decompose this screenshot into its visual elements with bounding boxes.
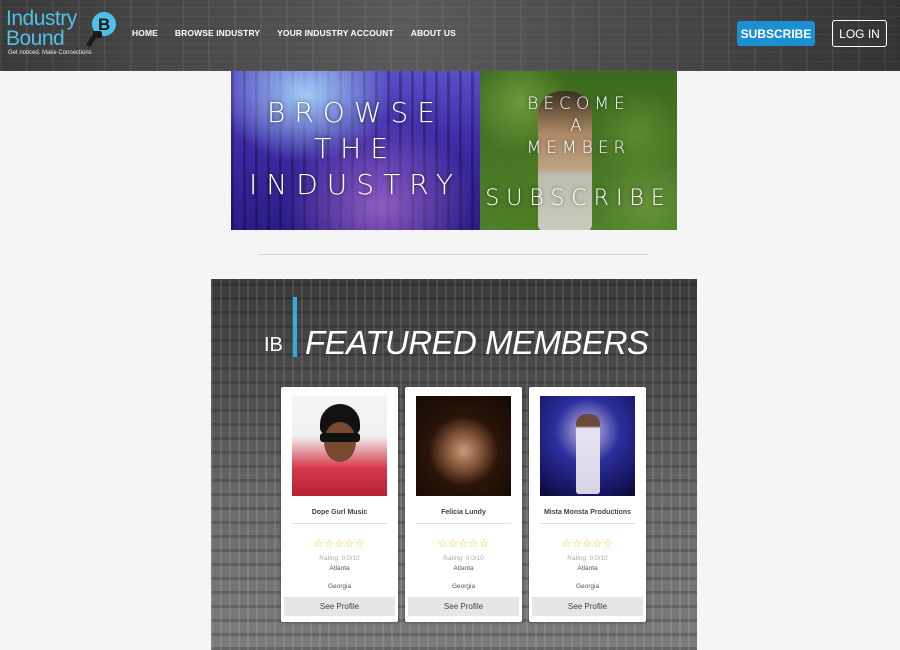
photo-face xyxy=(324,422,356,462)
featured-members-section: IB FEATURED MEMBERS Dope Gurl Music ☆☆☆☆… xyxy=(211,279,697,650)
card-divider xyxy=(416,523,511,524)
browse-banner-line2: THE xyxy=(314,132,397,165)
member-state: Georgia xyxy=(575,583,600,590)
become-member-banner[interactable]: BECOME A MEMBER SUBSCRIBE xyxy=(480,71,677,230)
member-banner-line1: BECOME xyxy=(527,94,630,114)
logo-tagline: Get noticed. Make Connections xyxy=(8,50,92,56)
member-banner-text: BECOME A MEMBER xyxy=(480,93,677,159)
nav-your-industry-account[interactable]: YOUR INDUSTRY ACCOUNT xyxy=(277,28,394,38)
member-photo[interactable] xyxy=(292,396,387,496)
subscribe-button[interactable]: SUBSCRIBE xyxy=(737,21,815,46)
browse-banner-text: BROWSE THE INDUSTRY xyxy=(231,95,480,203)
nav-browse-industry[interactable]: BROWSE INDUSTRY xyxy=(175,28,260,38)
member-city: Atlanta xyxy=(329,565,350,572)
photo-figure xyxy=(576,414,600,494)
star-rating-icons: ☆☆☆☆☆ xyxy=(313,538,366,550)
nav-home[interactable]: HOME xyxy=(132,28,158,38)
member-name[interactable]: Felicia Lundy xyxy=(405,509,522,516)
member-city: Atlanta xyxy=(577,565,598,572)
see-profile-button[interactable]: See Profile xyxy=(408,597,519,616)
login-button[interactable]: LOG IN xyxy=(832,20,887,47)
member-card: Felicia Lundy ☆☆☆☆☆ Rating: 0.0/10 Atlan… xyxy=(405,387,522,622)
member-card: Mista Monsta Productions ☆☆☆☆☆ Rating: 0… xyxy=(529,387,646,622)
member-name[interactable]: Mista Monsta Productions xyxy=(529,509,646,516)
card-divider xyxy=(540,523,635,524)
photo-glasses xyxy=(320,433,360,442)
member-rating: Rating: 0.0/10 xyxy=(567,555,608,562)
member-city: Atlanta xyxy=(453,565,474,572)
site-header: Industry Bound B Get noticed. Make Conne… xyxy=(0,0,900,71)
nav-about-us[interactable]: ABOUT US xyxy=(411,28,456,38)
star-rating-icons: ☆☆☆☆☆ xyxy=(561,538,614,550)
featured-prefix: IB xyxy=(264,334,283,356)
section-divider xyxy=(259,254,648,255)
site-logo[interactable]: Industry Bound B Get noticed. Make Conne… xyxy=(6,8,116,60)
member-banner-line3: MEMBER xyxy=(526,138,631,158)
member-state: Georgia xyxy=(327,583,352,590)
card-divider xyxy=(292,523,387,524)
logo-word-bound: Bound xyxy=(6,27,65,50)
member-photo[interactable] xyxy=(416,396,511,496)
member-photo[interactable] xyxy=(540,396,635,496)
see-profile-button[interactable]: See Profile xyxy=(284,597,395,616)
featured-accent-bar xyxy=(293,297,297,357)
main-nav: HOME BROWSE INDUSTRY YOUR INDUSTRY ACCOU… xyxy=(132,28,473,38)
member-rating: Rating: 0.0/10 xyxy=(443,555,484,562)
plug-logo-icon: B xyxy=(86,12,116,47)
member-rating: Rating: 0.0/10 xyxy=(319,555,360,562)
member-state: Georgia xyxy=(451,583,476,590)
member-card: Dope Gurl Music ☆☆☆☆☆ Rating: 0.0/10 Atl… xyxy=(281,387,398,622)
browse-banner-line1: BROWSE xyxy=(267,96,444,129)
featured-title: FEATURED MEMBERS xyxy=(305,324,649,361)
browse-banner-line3: INDUSTRY xyxy=(249,168,462,201)
star-rating-icons: ☆☆☆☆☆ xyxy=(437,538,490,550)
member-banner-subscribe: SUBSCRIBE xyxy=(485,186,672,211)
see-profile-button[interactable]: See Profile xyxy=(532,597,643,616)
member-banner-line2: A xyxy=(570,116,587,136)
member-name[interactable]: Dope Gurl Music xyxy=(281,509,398,516)
browse-industry-banner[interactable]: BROWSE THE INDUSTRY xyxy=(231,71,480,230)
